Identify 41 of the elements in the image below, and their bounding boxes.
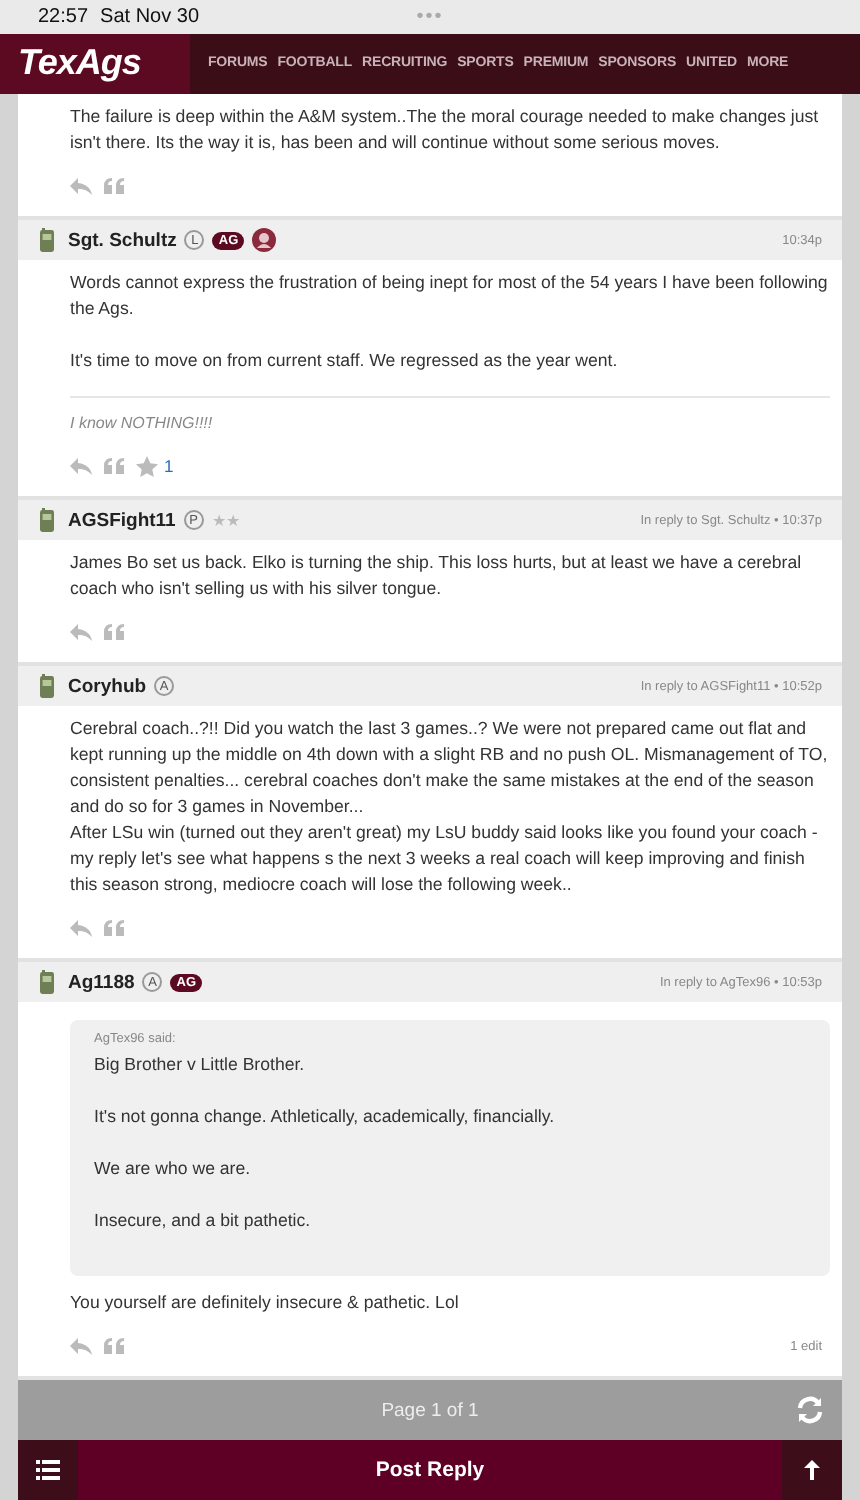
star-icon[interactable] [136,455,158,477]
quote-icon[interactable] [104,458,124,474]
phone-icon [40,674,54,698]
quote-icon[interactable] [104,178,124,194]
author-name[interactable]: Ag1188 [68,971,135,993]
reply-icon[interactable] [70,177,92,195]
phone-icon [40,508,54,532]
status-date: Sat Nov 30 [100,5,200,28]
quote-text: It's not gonna change. Athletically, academically, financially. [94,1104,557,1130]
quote-icon[interactable] [104,624,124,640]
post-text: Cerebral coach..?!! Did you watch the last 3 games..? We were not prepared came out flat and kept running up the middle on 4th down with a slight RB and no push OL. Mismanagement of TO, consistent penalties... cerebral coaches don't make the same mistakes at the end of the season and do so for 3 games in November... After LSu win (turned out they aren't great) my LsU buddy said looks like you found your coach - my reply let's see what happens s the next 3 weeks a real coach will keep improving and finish this season strong, mediocre coach will lose the following week.. [70,716,830,898]
phone-icon [40,228,54,252]
emblem-icon [252,228,277,252]
reply-icon[interactable] [70,919,92,937]
rating-stars: ★★ [211,511,240,529]
quote-text: Insecure, and a bit pathetic. [94,1208,313,1234]
menu-icon[interactable] [18,1440,78,1500]
post-signature: I know NOTHING!!!! [70,396,830,436]
author-name[interactable]: Sgt. Schultz [68,229,177,251]
post-text: It's time to move on from current staff. We regressed as the year went. [70,348,620,374]
post-text: You yourself are definitely insecure & pathetic. Lol [70,1290,461,1316]
quote-text: We are who we are. [94,1156,253,1182]
quote-icon[interactable] [104,1338,124,1354]
post-text: James Bo set us back. Elko is turning the ship. This loss hurts, but at least we have a cerebral coach who isn't selling us with his silver tongue. [70,550,804,602]
author-name[interactable]: AGSFight11 [68,509,176,531]
reply-icon[interactable] [70,457,92,475]
refresh-icon[interactable] [796,1396,824,1424]
phone-icon [40,970,54,994]
star-count: 1 [164,453,174,479]
author-name[interactable]: Coryhub [68,675,147,697]
page-label: Page 1 of 1 [381,1399,479,1421]
arrow-up-icon[interactable] [782,1440,842,1500]
status-time: 22:57 [38,5,89,28]
post-text: The failure is deep within the A&M system..The the moral courage needed to make changes just isn't there. Its the way it is, has been and will continue without some serious moves. [70,104,821,156]
reply-icon[interactable] [70,623,92,641]
texags-logo[interactable]: TexAgs [0,33,190,94]
window-dots: ••• [416,5,444,28]
quote-text: Big Brother v Little Brother. [94,1052,307,1078]
post-text: Words cannot express the frustration of being inept for most of the 54 years I have been following the Ags. [70,270,830,322]
reply-icon[interactable] [70,1337,92,1355]
quote-icon[interactable] [104,920,124,936]
